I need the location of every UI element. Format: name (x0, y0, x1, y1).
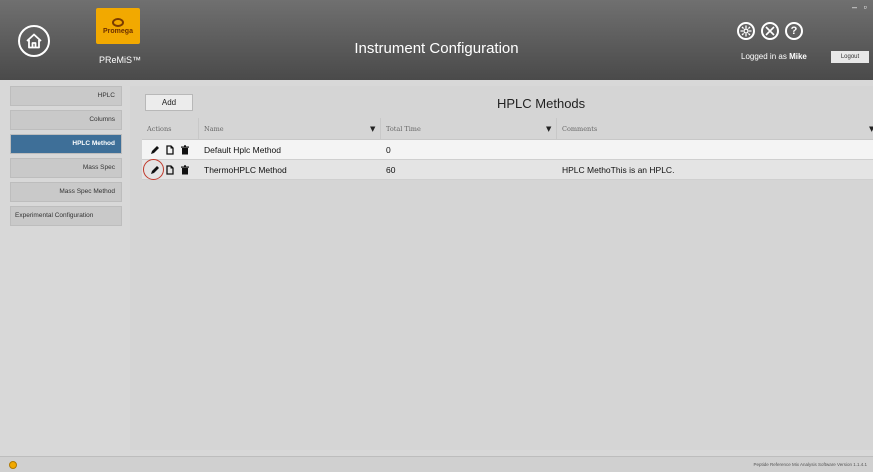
edit-pencil-icon[interactable] (150, 145, 160, 155)
filter-icon[interactable]: ▼ (869, 124, 873, 133)
filter-icon[interactable]: ▼ (546, 124, 551, 133)
status-indicator-icon (9, 461, 17, 469)
cell-name: Default Hplc Method (204, 144, 282, 155)
row-actions (150, 164, 190, 175)
copy-icon[interactable] (165, 164, 175, 175)
help-icon[interactable]: ? (785, 22, 803, 40)
sidebar-item-hplc[interactable]: HPLC (10, 86, 122, 106)
promega-logo: Promega (96, 8, 140, 44)
login-status: Logged in as Mike (741, 52, 807, 61)
sidebar-item-hplc-method[interactable]: HPLC Method (10, 134, 122, 154)
filter-icon[interactable]: ▼ (370, 124, 375, 133)
table-row[interactable]: Default Hplc Method 0 (142, 140, 873, 160)
sidebar-nav: HPLC Columns HPLC Method Mass Spec Mass … (10, 86, 122, 230)
copy-icon[interactable] (165, 144, 175, 155)
username: Mike (789, 52, 807, 61)
status-bar: Peptide Reference Mix Analysis Software … (0, 456, 873, 472)
sidebar-item-mass-spec-method[interactable]: Mass Spec Method (10, 182, 122, 202)
column-header-comments[interactable]: Comments (562, 125, 597, 133)
version-text: Peptide Reference Mix Analysis Software … (753, 462, 867, 467)
column-header-actions: Actions (147, 124, 172, 133)
table-row[interactable]: ThermoHPLC Method 60 HPLC MethoThis is a… (142, 159, 873, 180)
sidebar-item-experimental-configuration[interactable]: Experimental Configuration (10, 206, 122, 226)
cell-total-time: 60 (386, 164, 396, 175)
cell-name: ThermoHPLC Method (204, 164, 287, 175)
window-controls[interactable]: – ▫ (852, 2, 869, 12)
cell-comments: HPLC MethoThis is an HPLC. (562, 164, 675, 175)
trash-icon[interactable] (180, 144, 190, 155)
column-header-name[interactable]: Name (204, 125, 224, 133)
login-prefix: Logged in as (741, 52, 787, 61)
row-actions (150, 144, 190, 155)
sidebar-item-columns[interactable]: Columns (10, 110, 122, 130)
methods-table: Actions Name ▼ Total Time ▼ Comments ▼ D… (142, 118, 873, 180)
trash-icon[interactable] (180, 164, 190, 175)
add-button[interactable]: Add (145, 94, 193, 111)
edit-pencil-icon[interactable] (150, 165, 160, 175)
top-icons: ? (737, 22, 803, 40)
sidebar-item-mass-spec[interactable]: Mass Spec (10, 158, 122, 178)
app-header: Promega PReMiS™ Instrument Configuration… (0, 0, 873, 80)
section-title: HPLC Methods (497, 96, 586, 111)
main-content: Add HPLC Methods Actions Name ▼ Total Ti… (130, 86, 873, 450)
logout-button[interactable]: Logout (831, 51, 869, 63)
table-header: Actions Name ▼ Total Time ▼ Comments ▼ (142, 118, 873, 140)
tools-icon[interactable] (761, 22, 779, 40)
logo-text: Promega (103, 27, 133, 35)
gear-icon[interactable] (737, 22, 755, 40)
column-header-total-time[interactable]: Total Time (386, 125, 421, 133)
cell-total-time: 0 (386, 144, 391, 155)
